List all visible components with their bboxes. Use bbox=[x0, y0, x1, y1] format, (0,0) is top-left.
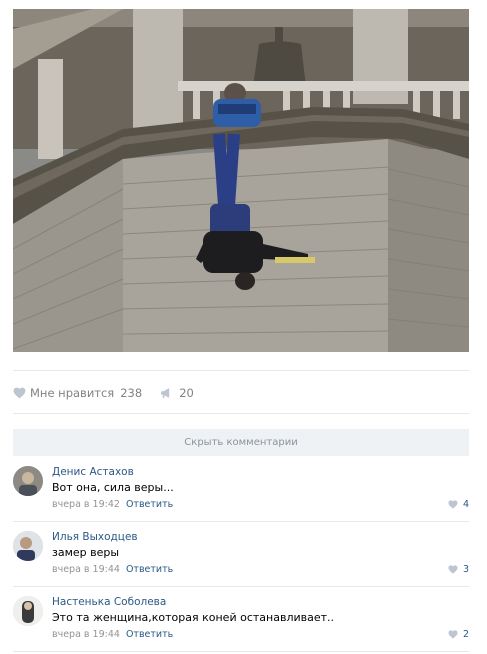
comment-meta: вчера в 19:44 Ответить bbox=[52, 564, 173, 575]
divider bbox=[13, 521, 469, 522]
avatar-image bbox=[13, 531, 43, 561]
comment-like-button[interactable]: 2 bbox=[448, 629, 469, 640]
photo-tower-scene bbox=[13, 9, 469, 352]
divider bbox=[13, 651, 469, 652]
comment-like-count: 2 bbox=[462, 629, 469, 640]
heart-icon bbox=[448, 630, 458, 639]
comment-meta: вчера в 19:42 Ответить bbox=[52, 499, 173, 510]
comment-item: Денис Астахов Вот она, сила веры... вчер… bbox=[13, 466, 469, 522]
hide-comments-button[interactable]: Скрыть комментарии bbox=[13, 429, 469, 456]
comment-text: Вот она, сила веры... bbox=[52, 481, 174, 494]
comment-text: замер веры bbox=[52, 546, 120, 559]
avatar-image bbox=[13, 596, 43, 626]
comment-author[interactable]: Настенька Соболева bbox=[52, 596, 166, 608]
comment-like-count: 4 bbox=[462, 499, 469, 510]
reply-button[interactable]: Ответить bbox=[126, 564, 173, 575]
divider bbox=[13, 370, 469, 371]
avatar[interactable] bbox=[13, 596, 43, 626]
comment-author[interactable]: Денис Астахов bbox=[52, 466, 134, 478]
heart-icon bbox=[448, 500, 458, 509]
divider bbox=[13, 413, 469, 414]
heart-icon bbox=[13, 387, 26, 399]
comment-time[interactable]: вчера в 19:44 bbox=[52, 564, 120, 575]
megaphone-icon bbox=[161, 388, 170, 398]
comment-like-count: 3 bbox=[462, 564, 469, 575]
heart-icon bbox=[448, 565, 458, 574]
repost-button[interactable]: 20 bbox=[160, 386, 194, 400]
post-actions: Мне нравится 238 20 bbox=[13, 382, 194, 404]
comment-item: Илья Выходцев замер веры вчера в 19:44 От… bbox=[13, 531, 469, 587]
comment-time[interactable]: вчера в 19:44 bbox=[52, 629, 120, 640]
comment-like-button[interactable]: 3 bbox=[448, 564, 469, 575]
like-count: 238 bbox=[120, 386, 143, 400]
like-label: Мне нравится bbox=[30, 386, 115, 400]
divider bbox=[13, 586, 469, 587]
avatar[interactable] bbox=[13, 531, 43, 561]
comment-text: Это та женщина,которая коней останавлива… bbox=[52, 611, 335, 624]
comment-time[interactable]: вчера в 19:42 bbox=[52, 499, 120, 510]
reply-button[interactable]: Ответить bbox=[126, 499, 173, 510]
repost-count: 20 bbox=[179, 386, 194, 400]
reply-button[interactable]: Ответить bbox=[126, 629, 173, 640]
post-photo[interactable] bbox=[13, 9, 469, 352]
comment-item: Настенька Соболева Это та женщина,котора… bbox=[13, 596, 469, 652]
avatar[interactable] bbox=[13, 466, 43, 496]
comment-like-button[interactable]: 4 bbox=[448, 499, 469, 510]
comment-author[interactable]: Илья Выходцев bbox=[52, 531, 138, 543]
comment-meta: вчера в 19:44 Ответить bbox=[52, 629, 173, 640]
avatar-image bbox=[13, 466, 43, 496]
like-button[interactable]: Мне нравится 238 bbox=[13, 386, 142, 400]
hide-comments-label: Скрыть комментарии bbox=[184, 437, 298, 448]
